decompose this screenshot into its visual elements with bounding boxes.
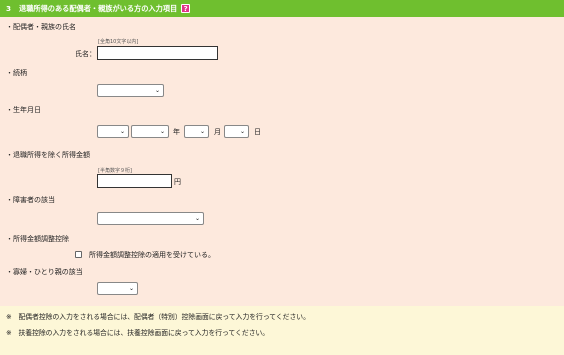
income-adjustment-checkbox[interactable]	[75, 251, 82, 258]
section-header: 3 退職所得のある配偶者・親族がいる方の入力項目 ?	[0, 0, 564, 17]
spouse-name-field-label: 氏名：	[75, 50, 96, 58]
input-panel: ・配偶者・親族の氏名 [全角10文字以内] 氏名： ・続柄 ⌄ ・生年月日 ⌄ …	[0, 17, 564, 306]
month-unit-label: 月	[214, 128, 221, 136]
chevron-down-icon: ⌄	[159, 128, 165, 135]
birth-month-select[interactable]: ⌄	[184, 125, 209, 138]
income-adjustment-section-label: ・所得金額調整控除	[6, 235, 69, 243]
disability-section-label: ・障害者の該当	[6, 196, 55, 204]
notes-panel: ※ 配偶者控除の入力をされる場合には、配偶者（特別）控除画面に戻って入力を行って…	[0, 306, 564, 355]
day-unit-label: 日	[254, 128, 261, 136]
note-spouse-deduction: ※ 配偶者控除の入力をされる場合には、配偶者（特別）控除画面に戻って入力を行って…	[6, 313, 310, 321]
income-adjustment-checkbox-label: 所得金額調整控除の適用を受けている。	[89, 251, 215, 259]
chevron-down-icon: ⌄	[154, 87, 160, 94]
chevron-down-icon: ⌄	[199, 128, 205, 135]
relationship-section-label: ・続柄	[6, 69, 27, 77]
widow-select[interactable]: ⌄	[97, 282, 138, 295]
section-title: 退職所得のある配偶者・親族がいる方の入力項目	[19, 3, 178, 13]
spouse-name-input[interactable]	[97, 46, 218, 60]
birth-day-select[interactable]: ⌄	[224, 125, 249, 138]
disability-select[interactable]: ⌄	[97, 212, 204, 225]
section-number: 3	[6, 4, 12, 13]
relationship-select[interactable]: ⌄	[97, 84, 164, 97]
income-section-label: ・退職所得を除く所得金額	[6, 151, 90, 159]
year-unit-label: 年	[173, 128, 180, 136]
chevron-down-icon: ⌄	[239, 128, 245, 135]
spouse-name-hint: [全角10文字以内]	[98, 39, 139, 45]
chevron-down-icon: ⌄	[128, 285, 134, 292]
spouse-name-section-label: ・配偶者・親族の氏名	[6, 23, 76, 31]
birth-era-select[interactable]: ⌄	[97, 125, 129, 138]
widow-section-label: ・寡婦・ひとり親の該当	[6, 268, 83, 276]
birth-date-section-label: ・生年月日	[6, 106, 41, 114]
income-hint: [半角数字９桁]	[98, 168, 132, 174]
income-unit-label: 円	[174, 178, 181, 186]
birth-year-select[interactable]: ⌄	[131, 125, 169, 138]
chevron-down-icon: ⌄	[119, 128, 125, 135]
help-icon[interactable]: ?	[181, 4, 191, 13]
note-dependent-deduction: ※ 扶養控除の入力をされる場合には、扶養控除画面に戻って入力を行ってください。	[6, 329, 270, 337]
chevron-down-icon: ⌄	[194, 215, 200, 222]
income-input[interactable]	[97, 174, 172, 188]
